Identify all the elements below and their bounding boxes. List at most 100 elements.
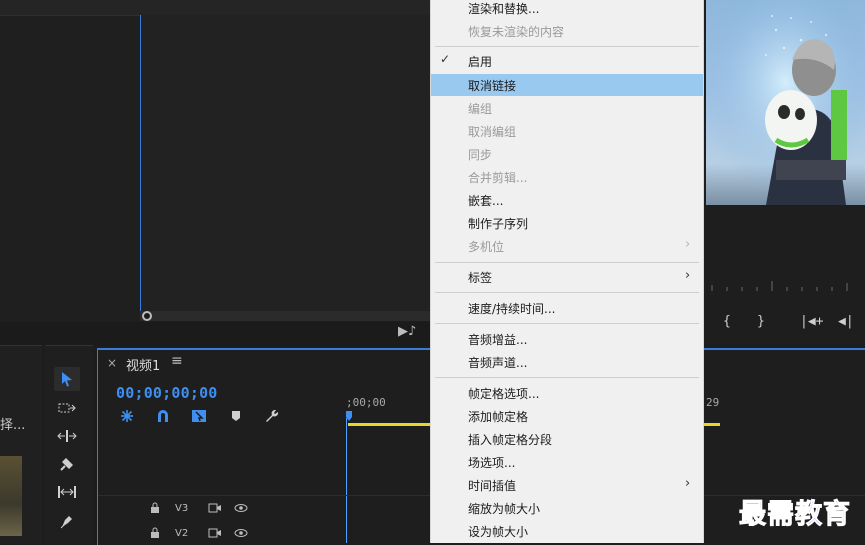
eye-glyph <box>234 529 248 537</box>
mark-in-button[interactable]: { <box>723 314 731 329</box>
menu-item-unlink[interactable]: 取消链接 <box>431 74 703 96</box>
source-monitor-controls <box>0 322 430 346</box>
menu-item-label: 取消编组 <box>468 125 517 139</box>
menu-item-label: 时间插值 <box>468 479 517 493</box>
wrench-icon <box>266 409 279 422</box>
video-frame-art <box>706 0 865 205</box>
menu-item-label: 标签 <box>468 271 493 285</box>
menu-item-label: 音频增益... <box>468 333 528 347</box>
sync-lock-icon[interactable] <box>208 528 222 541</box>
add-marker-button[interactable] <box>227 407 245 425</box>
checkmark-icon: ✓ <box>440 52 451 66</box>
menu-item-label: 缩放为帧大小 <box>468 502 541 516</box>
linked-selection-icon <box>192 410 206 422</box>
menu-item-insert-frame-hold-segment[interactable]: 插入帧定格分段 <box>431 428 703 450</box>
eye-icon[interactable] <box>234 528 248 541</box>
menu-separator <box>435 292 699 293</box>
eye-glyph <box>234 504 248 512</box>
menu-item-restore-unrendered[interactable]: 恢复未渲染的内容 <box>431 20 703 42</box>
lock-icon[interactable] <box>150 502 160 517</box>
sync-lock-icon[interactable] <box>208 503 222 516</box>
slip-tool-button[interactable] <box>54 480 80 504</box>
menu-item-field-options[interactable]: 场选项... <box>431 451 703 473</box>
track-row-v2: V2 <box>98 523 348 545</box>
menu-item-enable[interactable]: ✓ 启用 <box>431 50 703 72</box>
timecode-display[interactable]: 00;00;00;00 <box>116 384 218 402</box>
menu-item-label: 恢复未渲染的内容 <box>468 25 565 39</box>
menu-item-synchronize[interactable]: 同步 <box>431 143 703 165</box>
menu-separator <box>435 377 699 378</box>
project-panel-label: 择... <box>0 418 26 433</box>
menu-item-scale-to-frame-size[interactable]: 缩放为帧大小 <box>431 497 703 519</box>
panel-menu-icon[interactable]: ≡ <box>171 353 183 369</box>
menu-item-frame-hold-options[interactable]: 帧定格选项... <box>431 382 703 404</box>
nest-toggle-button[interactable] <box>118 407 136 425</box>
source-scrub-bar[interactable] <box>140 311 430 321</box>
menu-item-speed-duration[interactable]: 速度/持续时间... <box>431 297 703 319</box>
menu-item-label: 制作子序列 <box>468 217 529 231</box>
lock-glyph <box>151 527 159 538</box>
magnet-icon <box>158 410 168 422</box>
tab-sequence[interactable]: 视频1 <box>126 355 160 374</box>
menu-item-merge-clips[interactable]: 合并剪辑... <box>431 166 703 188</box>
linked-selection-button[interactable] <box>190 407 208 425</box>
menu-item-set-to-frame-size[interactable]: 设为帧大小 <box>431 520 703 542</box>
menu-item-label-colors[interactable]: 标签 › <box>431 266 703 288</box>
razor-tool-button[interactable] <box>54 452 80 476</box>
project-panel-top <box>0 0 140 322</box>
track-select-tool-button[interactable] <box>54 396 80 420</box>
menu-item-label: 设为帧大小 <box>468 525 529 539</box>
step-back-button[interactable]: ◀| <box>838 314 854 329</box>
lock-glyph <box>151 502 159 513</box>
source-monitor-header <box>0 0 430 16</box>
snap-button[interactable] <box>154 407 172 425</box>
track-name: V2 <box>175 528 189 539</box>
menu-separator <box>435 46 699 47</box>
export-audio-icon[interactable]: ▶♪ <box>398 324 416 339</box>
track-row-v3: V3 <box>98 498 348 520</box>
menu-item-label: 音频声道... <box>468 356 528 370</box>
arrow-cursor-icon <box>62 372 72 387</box>
menu-item-audio-gain[interactable]: 音频增益... <box>431 328 703 350</box>
menu-item-label: 插入帧定格分段 <box>468 433 553 447</box>
eye-icon[interactable] <box>234 503 248 516</box>
submenu-arrow-icon: › <box>685 476 691 491</box>
scrub-handle[interactable] <box>142 311 152 321</box>
menu-item-multicam[interactable]: 多机位 › <box>431 235 703 257</box>
menu-item-add-frame-hold[interactable]: 添加帧定格 <box>431 405 703 427</box>
pen-tool-button[interactable] <box>54 509 80 533</box>
menu-separator <box>435 323 699 324</box>
camera-glyph <box>208 503 221 513</box>
watermark-logo: 最需教育 <box>739 499 851 531</box>
selection-tool-button[interactable] <box>54 367 80 391</box>
track-select-icon <box>58 403 76 413</box>
lock-icon[interactable] <box>150 527 160 542</box>
menu-item-label: 速度/持续时间... <box>468 302 556 316</box>
mark-out-button[interactable]: } <box>757 314 765 329</box>
menu-item-label: 编组 <box>468 102 493 116</box>
close-icon[interactable]: × <box>107 356 117 370</box>
source-monitor-view <box>140 15 431 315</box>
ripple-edit-tool-button[interactable] <box>54 424 80 448</box>
menu-item-ungroup[interactable]: 取消编组 <box>431 120 703 142</box>
submenu-arrow-icon: › <box>685 268 691 283</box>
menu-item-group[interactable]: 编组 <box>431 97 703 119</box>
pen-icon <box>60 516 72 529</box>
context-menu: 渲染和替换... 恢复未渲染的内容 ✓ 启用 取消链接 编组 取消编组 同步 合并… <box>430 0 704 543</box>
menu-item-label: 同步 <box>468 148 493 162</box>
program-time-ruler[interactable] <box>702 275 865 295</box>
menu-item-time-interpolation[interactable]: 时间插值 › <box>431 474 703 496</box>
timeline-settings-button[interactable] <box>262 407 280 425</box>
go-to-in-button[interactable]: |◀+ <box>800 314 823 329</box>
menu-item-audio-channels[interactable]: 音频声道... <box>431 351 703 373</box>
menu-item-make-subsequence[interactable]: 制作子序列 <box>431 212 703 234</box>
menu-item-label: 添加帧定格 <box>468 410 529 424</box>
menu-item-label: 取消链接 <box>468 79 517 93</box>
menu-item-label: 多机位 <box>468 240 505 254</box>
nest-icon <box>121 410 133 422</box>
ruler-end-time: 29 <box>706 396 720 409</box>
menu-item-render-replace[interactable]: 渲染和替换... <box>431 0 703 19</box>
project-thumbnail[interactable] <box>0 456 22 536</box>
menu-item-nest[interactable]: 嵌套... <box>431 189 703 211</box>
program-transport-controls: { } |◀+ ◀| <box>702 305 865 341</box>
